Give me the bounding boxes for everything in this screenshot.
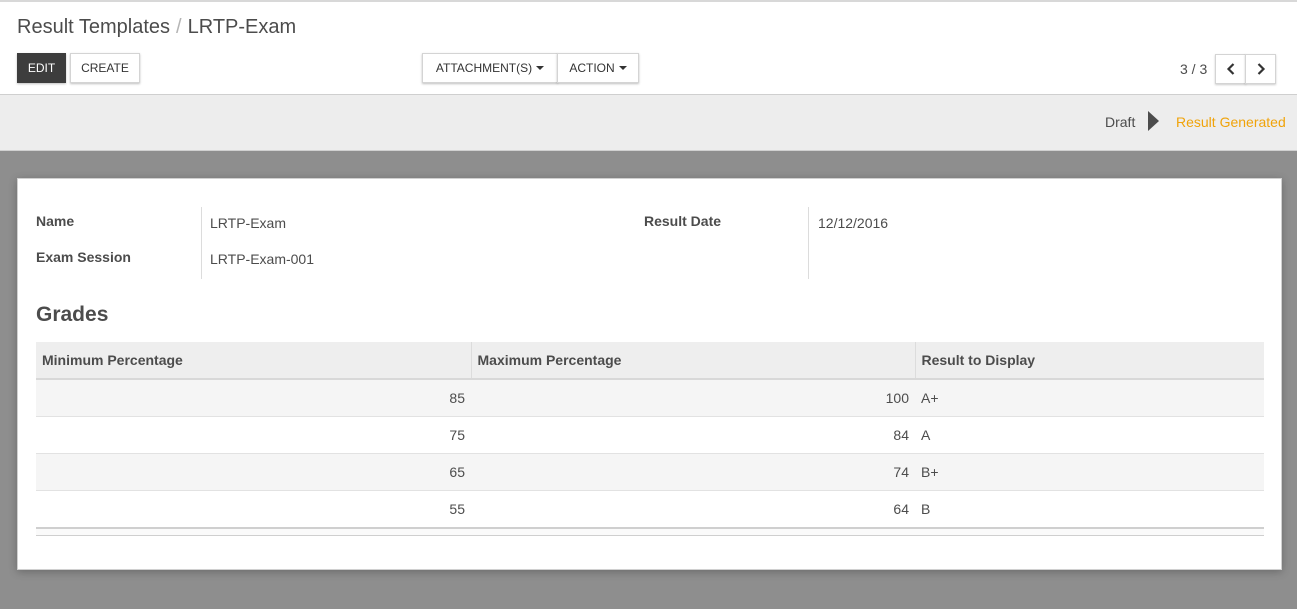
result-cell: A+ bbox=[915, 378, 1264, 416]
table-row[interactable]: 85 100 A+ bbox=[36, 378, 1264, 416]
pager-previous-button[interactable] bbox=[1215, 54, 1246, 84]
pager-value[interactable]: 3 / 3 bbox=[1180, 61, 1207, 77]
max-percentage-cell: 100 bbox=[471, 378, 915, 416]
table-row[interactable]: 55 64 B bbox=[36, 489, 1264, 527]
min-percentage-cell: 55 bbox=[36, 489, 471, 527]
column-header-maximum-percentage[interactable]: Maximum Percentage bbox=[470, 342, 915, 380]
status-result-generated[interactable]: Result Generated bbox=[1176, 114, 1286, 130]
field-divider bbox=[808, 207, 809, 279]
breadcrumb: Result Templates / LRTP-Exam bbox=[17, 16, 296, 39]
chevron-left-icon bbox=[1226, 63, 1234, 75]
caret-down-icon bbox=[536, 66, 545, 70]
result-date-value: 12/12/2016 bbox=[818, 215, 889, 231]
exam-session-label: Exam Session bbox=[36, 249, 131, 265]
pager-next-button[interactable] bbox=[1245, 54, 1276, 84]
status-draft[interactable]: Draft bbox=[1105, 114, 1135, 130]
chevron-right-icon bbox=[1257, 63, 1265, 75]
action-dropdown-button[interactable]: ACTION bbox=[557, 53, 639, 83]
column-header-result-to-display[interactable]: Result to Display bbox=[914, 342, 1264, 380]
min-percentage-cell: 75 bbox=[36, 415, 471, 453]
form-sheet: Name LRTP-Exam Exam Session LRTP-Exam-00… bbox=[17, 178, 1282, 570]
column-header-minimum-percentage[interactable]: Minimum Percentage bbox=[36, 342, 471, 380]
create-button[interactable]: CREATE bbox=[70, 53, 140, 83]
result-date-label: Result Date bbox=[644, 213, 722, 229]
statusbar: Draft Result Generated bbox=[0, 95, 1297, 151]
caret-down-icon bbox=[618, 66, 627, 70]
max-percentage-cell: 84 bbox=[471, 415, 915, 453]
breadcrumb-parent[interactable]: Result Templates bbox=[17, 16, 170, 38]
create-button-label: CREATE bbox=[81, 61, 129, 75]
table-row[interactable]: 75 84 A bbox=[36, 415, 1264, 453]
grades-section-title: Grades bbox=[36, 303, 109, 326]
grades-table: Minimum Percentage Maximum Percentage Re… bbox=[36, 342, 1264, 527]
attachments-dropdown-button[interactable]: ATTACHMENT(S) bbox=[422, 53, 558, 83]
attachments-label: ATTACHMENT(S) bbox=[435, 61, 533, 75]
status-arrow-icon bbox=[1148, 111, 1159, 131]
table-row[interactable]: 65 74 B+ bbox=[36, 452, 1264, 490]
max-percentage-cell: 74 bbox=[471, 452, 915, 490]
breadcrumb-separator: / bbox=[176, 16, 182, 38]
table-footer bbox=[36, 527, 1264, 536]
name-label: Name bbox=[36, 213, 75, 229]
result-cell: B bbox=[915, 489, 1264, 527]
min-percentage-cell: 85 bbox=[36, 378, 471, 416]
exam-session-link[interactable]: LRTP-Exam-001 bbox=[210, 251, 314, 267]
action-label: ACTION bbox=[569, 61, 615, 75]
control-panel: Result Templates / LRTP-Exam EDIT CREATE A… bbox=[0, 0, 1297, 95]
field-divider bbox=[201, 207, 202, 279]
min-percentage-cell: 65 bbox=[36, 452, 471, 490]
result-cell: A bbox=[915, 415, 1264, 453]
name-value: LRTP-Exam bbox=[210, 215, 286, 231]
result-cell: B+ bbox=[915, 452, 1264, 490]
breadcrumb-current: LRTP-Exam bbox=[187, 16, 297, 38]
max-percentage-cell: 64 bbox=[471, 489, 915, 527]
edit-button-label: EDIT bbox=[27, 61, 56, 75]
edit-button[interactable]: EDIT bbox=[17, 53, 66, 83]
